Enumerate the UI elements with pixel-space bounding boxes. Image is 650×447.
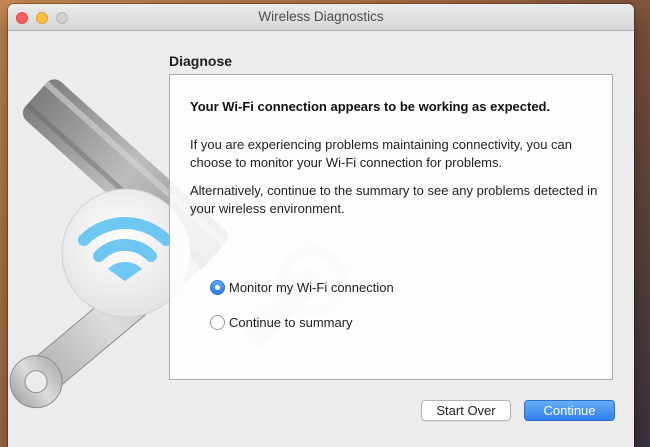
start-over-button[interactable]: Start Over — [421, 400, 511, 421]
diagnose-panel: Your Wi-Fi connection appears to be work… — [169, 74, 613, 380]
title-bar: Wireless Diagnostics — [8, 4, 634, 31]
monitor-description: If you are experiencing problems maintai… — [190, 137, 573, 170]
continue-button[interactable]: Continue — [524, 400, 615, 421]
summary-description: Alternatively, continue to the summary t… — [190, 183, 598, 216]
monitor-radio[interactable] — [210, 280, 225, 295]
monitor-option[interactable]: Monitor my Wi-Fi connection — [210, 280, 394, 295]
section-heading: Diagnose — [169, 53, 233, 69]
summary-radio-label[interactable]: Continue to summary — [229, 315, 353, 330]
summary-option[interactable]: Continue to summary — [210, 315, 353, 330]
wireless-diagnostics-window: Wireless Diagnostics Diagnose Your Wi-Fi… — [8, 4, 634, 447]
window-title: Wireless Diagnostics — [258, 9, 384, 24]
monitor-radio-label[interactable]: Monitor my Wi-Fi connection — [229, 280, 394, 295]
status-headline: Your Wi-Fi connection appears to be work… — [190, 99, 551, 114]
summary-radio[interactable] — [210, 315, 225, 330]
